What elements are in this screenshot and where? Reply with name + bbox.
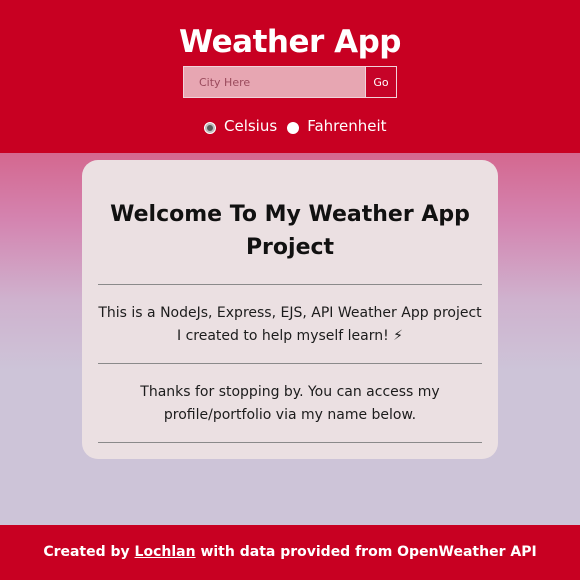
thanks-paragraph: Thanks for stopping by. You can access m…: [140, 384, 440, 423]
divider: [98, 284, 482, 285]
celsius-label: Celsius: [224, 117, 278, 135]
fahrenheit-radio[interactable]: [287, 121, 300, 134]
author-link[interactable]: Lochlan: [135, 544, 196, 560]
card-title: Welcome To My Weather App Project: [110, 202, 470, 260]
celsius-radio[interactable]: [204, 121, 216, 134]
unit-selector: Celsius Fahrenheit: [204, 116, 397, 136]
header: Weather App Go Celsius Fahrenheit: [0, 0, 580, 153]
fahrenheit-label: Fahrenheit: [307, 117, 387, 135]
footer-suffix: with data provided from OpenWeather API: [200, 544, 537, 560]
city-search-input[interactable]: [183, 66, 365, 98]
search-form: Go: [183, 66, 397, 98]
divider: [98, 442, 482, 443]
welcome-card: Welcome To My Weather App Project This i…: [82, 160, 498, 459]
go-button[interactable]: Go: [365, 66, 397, 98]
footer: Created by Lochlan with data provided fr…: [0, 525, 580, 580]
divider: [98, 363, 482, 364]
intro-paragraph: This is a NodeJs, Express, EJS, API Weat…: [98, 305, 482, 344]
app-title: Weather App: [179, 24, 401, 60]
footer-prefix: Created by: [43, 544, 130, 560]
